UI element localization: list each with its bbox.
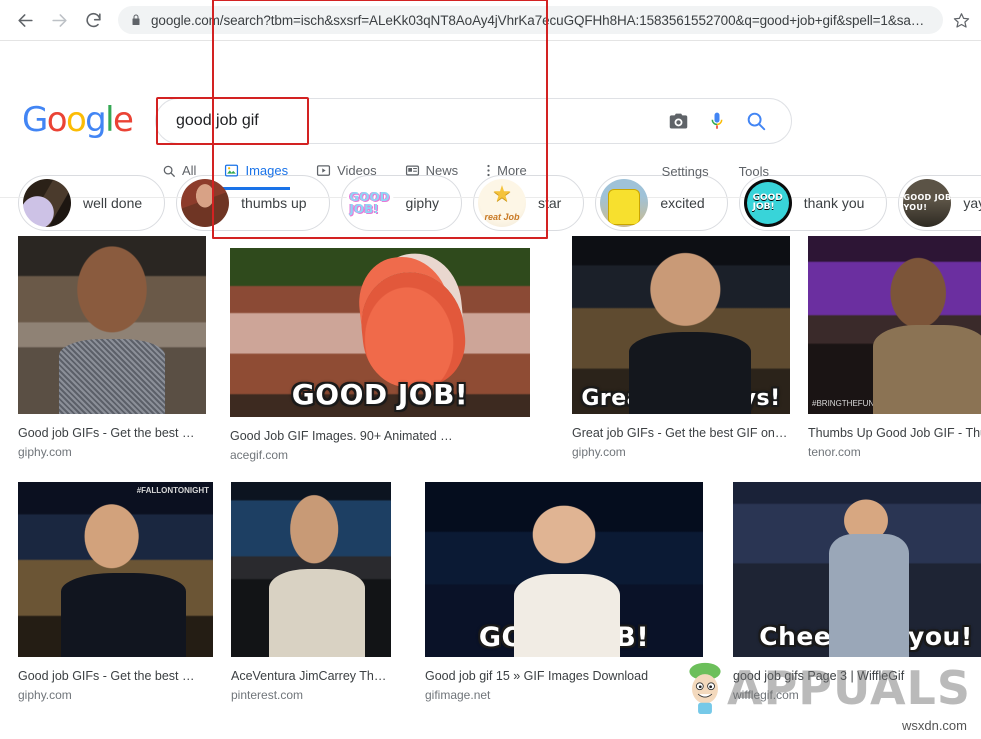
result-title[interactable]: Good job GIFs - Get the best … [18, 657, 213, 686]
result-title[interactable]: Good job gif 15 » GIF Images Download [425, 657, 703, 686]
result-source: giphy.com [18, 686, 213, 705]
image-overlay-text: Great job guys! [572, 386, 790, 411]
results-row-2: #FALLONTONIGHT Good job GIFs - Get the b… [0, 482, 981, 706]
tools-button[interactable]: Tools [739, 164, 769, 179]
microphone-icon[interactable] [707, 110, 727, 132]
result-title[interactable]: AceVentura JimCarrey Th… [231, 657, 391, 686]
result-title[interactable]: good job gifs Page 3 | WiffleGif [733, 657, 981, 686]
tab-more-label: More [497, 163, 527, 178]
search-icon [162, 164, 176, 178]
back-button[interactable] [10, 5, 40, 35]
result-tile[interactable]: GOOD JOB! Good job gif 15 » GIF Images D… [425, 482, 703, 706]
chip-thumbnail-image [181, 179, 229, 227]
search-icon[interactable] [745, 110, 767, 132]
result-thumbnail[interactable]: GOOD JOB! [230, 248, 530, 417]
logo-letter-g2: g [85, 100, 105, 140]
result-source: giphy.com [572, 443, 790, 462]
google-header: Google [0, 41, 981, 158]
logo-letter-g1: G [22, 100, 47, 140]
results-row-1: Good job GIFs - Get the best … giphy.com… [0, 236, 981, 466]
tab-images[interactable]: Images [210, 163, 302, 190]
result-tile[interactable]: #FALLONTONIGHT Good job GIFs - Get the b… [18, 482, 213, 706]
result-source: giphy.com [18, 443, 206, 462]
search-box[interactable] [155, 98, 792, 144]
result-thumbnail[interactable]: GOOD JOB! [425, 482, 703, 657]
chip-thumbnail-image [903, 179, 951, 227]
chip-thumbnail-image [346, 179, 394, 227]
reload-button[interactable] [78, 5, 108, 35]
star-outline-icon [953, 12, 970, 29]
logo-letter-o2: o [66, 100, 85, 140]
logo-letter-e: e [113, 100, 132, 140]
result-tile[interactable]: #BRINGTHEFUNNY Thumbs Up Good Job GIF - … [808, 236, 981, 463]
url-text: google.com/search?tbm=isch&sxsrf=ALeKk03… [151, 13, 924, 28]
browser-toolbar: google.com/search?tbm=isch&sxsrf=ALeKk03… [0, 0, 981, 41]
reload-icon [84, 11, 103, 30]
search-tools-row: Settings Tools [662, 163, 769, 179]
tab-all-label: All [182, 163, 196, 178]
result-tile[interactable]: AceVentura JimCarrey Th… pinterest.com [231, 482, 391, 706]
result-thumbnail[interactable] [231, 482, 391, 657]
image-overlay-text: GOOD JOB! [425, 622, 703, 653]
tab-news-label: News [426, 163, 459, 178]
result-title[interactable]: Good job GIFs - Get the best … [18, 414, 206, 443]
result-tile[interactable]: Good job GIFs - Get the best … giphy.com [18, 236, 206, 463]
result-title[interactable]: Thumbs Up Good Job GIF - Thun [808, 414, 981, 443]
image-corner-text: #BRINGTHEFUNNY [812, 399, 885, 408]
result-title[interactable]: Great job GIFs - Get the best GIF on… [572, 414, 790, 443]
news-icon [405, 163, 420, 178]
logo-letter-l: l [105, 100, 113, 140]
result-source: pinterest.com [231, 686, 391, 705]
image-results-grid: Good job GIFs - Get the best … giphy.com… [0, 236, 981, 705]
chip-thumbnail-image [478, 179, 526, 227]
image-corner-text: #FALLONTONIGHT [137, 486, 209, 495]
result-source: tenor.com [808, 443, 981, 462]
result-thumbnail[interactable]: #BRINGTHEFUNNY [808, 236, 981, 414]
settings-button[interactable]: Settings [662, 164, 709, 179]
result-source: gifimage.net [425, 686, 703, 705]
result-title[interactable]: Good Job GIF Images. 90+ Animated … [230, 417, 530, 446]
arrow-left-icon [16, 11, 35, 30]
result-thumbnail[interactable]: #FALLONTONIGHT [18, 482, 213, 657]
forward-button[interactable] [44, 5, 74, 35]
lock-icon [130, 13, 142, 27]
result-tile[interactable]: Great job guys! Great job GIFs - Get the… [572, 236, 790, 463]
camera-icon[interactable] [668, 111, 689, 132]
video-icon [316, 163, 331, 178]
bookmark-button[interactable] [949, 8, 973, 32]
result-source: acegif.com [230, 446, 530, 465]
google-logo[interactable]: Google [22, 103, 132, 137]
result-thumbnail[interactable] [18, 236, 206, 414]
result-tile-selected[interactable]: GOOD JOB! Good Job GIF Images. 90+ Anima… [230, 248, 530, 466]
result-source: wifflegif.com [733, 686, 981, 705]
tab-news[interactable]: News [391, 163, 473, 190]
tab-videos-label: Videos [337, 163, 377, 178]
chip-thumbnail-image [744, 179, 792, 227]
chip-thumbnail-image [23, 179, 71, 227]
arrow-right-icon [50, 11, 69, 30]
tab-images-label: Images [245, 163, 288, 178]
chip-thumbnail-image [600, 179, 648, 227]
result-tile[interactable]: Cheers to you! good job gifs Page 3 | Wi… [733, 482, 981, 706]
result-thumbnail[interactable]: Cheers to you! [733, 482, 981, 657]
logo-letter-o1: o [47, 100, 66, 140]
address-bar[interactable]: google.com/search?tbm=isch&sxsrf=ALeKk03… [118, 6, 943, 34]
result-thumbnail[interactable]: Great job guys! [572, 236, 790, 414]
image-icon [224, 163, 239, 178]
search-input[interactable] [156, 99, 668, 143]
image-overlay-text: Cheers to you! [733, 622, 981, 651]
image-overlay-text: GOOD JOB! [230, 378, 530, 411]
more-vertical-icon [486, 163, 491, 178]
watermark-subtext: wsxdn.com [902, 718, 967, 733]
